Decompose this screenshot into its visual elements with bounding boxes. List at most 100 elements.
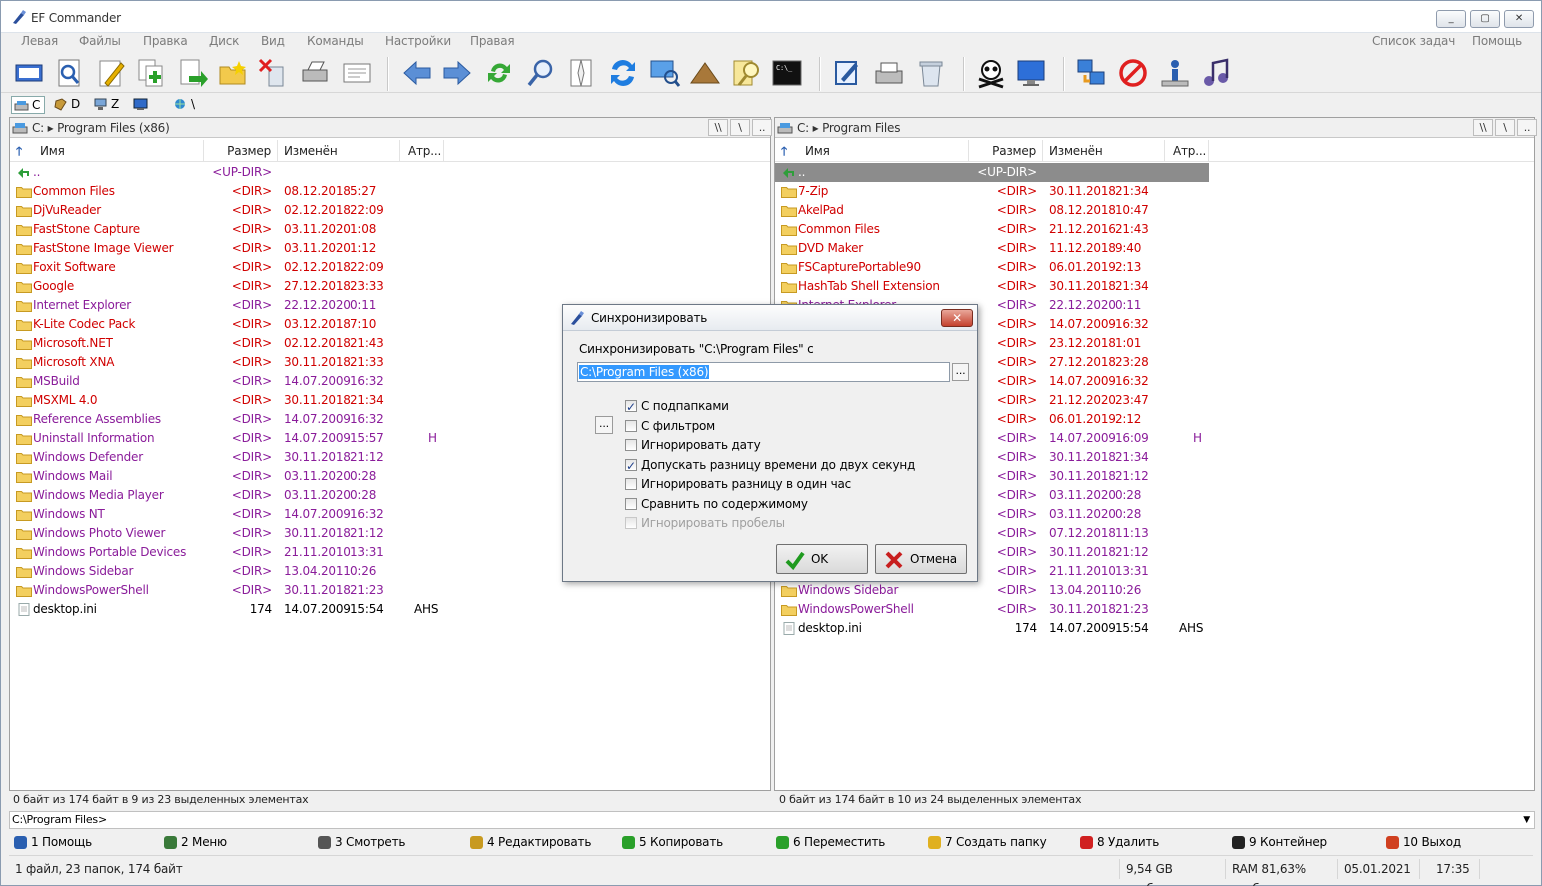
left-file-row[interactable]: Microsoft XNA <DIR> 30.11.2018 21:33: [10, 353, 450, 372]
fkey-3-button[interactable]: 3 Смотреть: [317, 833, 405, 851]
right-file-row[interactable]: desktop.ini 174 14.07.2009 15:54 AHS: [775, 619, 1215, 638]
menu-edit[interactable]: Правка: [143, 34, 188, 48]
arrow-right-icon[interactable]: [441, 57, 473, 89]
left-file-row[interactable]: Windows Defender <DIR> 30.11.2018 21:12: [10, 448, 450, 467]
menu-help[interactable]: Помощь: [1472, 34, 1522, 48]
fkey-1-button[interactable]: 1 Помощь: [13, 833, 92, 851]
left-file-row[interactable]: Foxit Software <DIR> 02.12.2018 22:09: [10, 258, 450, 277]
fkey-10-button[interactable]: 10 Выход: [1385, 833, 1461, 851]
fkey-2-button[interactable]: 2 Меню: [163, 833, 227, 851]
copy-file-icon[interactable]: [135, 57, 167, 89]
left-file-row[interactable]: Reference Assemblies <DIR> 14.07.2009 16:32: [10, 410, 450, 429]
option-checkbox[interactable]: С подпапками: [625, 397, 729, 416]
left-col-size[interactable]: Размер: [204, 140, 278, 162]
fkey-9-button[interactable]: 9 Контейнер: [1231, 833, 1327, 851]
option-checkbox[interactable]: Игнорировать дату: [625, 436, 761, 454]
delete-file-icon[interactable]: [257, 57, 289, 89]
drive-z-button[interactable]: Z: [91, 96, 123, 114]
network-search-icon[interactable]: [649, 57, 681, 89]
properties-icon[interactable]: [341, 57, 373, 89]
right-file-row[interactable]: 7-Zip <DIR> 30.11.2018 21:34: [775, 182, 1215, 201]
left-file-row[interactable]: Google <DIR> 27.12.2018 23:33: [10, 277, 450, 296]
filter-settings-button[interactable]: ...: [595, 416, 613, 434]
pyramid-icon[interactable]: [689, 57, 721, 89]
left-file-row[interactable]: FastStone Capture <DIR> 03.11.2020 1:08: [10, 220, 450, 239]
fkey-4-button[interactable]: 4 Редактировать: [469, 833, 591, 851]
search-icon[interactable]: [525, 57, 557, 89]
right-file-row[interactable]: DVD Maker <DIR> 11.12.2018 9:40: [775, 239, 1215, 258]
option-checkbox[interactable]: Допускать разницу времени до двух секунд: [625, 456, 915, 475]
right-col-size[interactable]: Размер: [969, 140, 1043, 162]
fkey-8-button[interactable]: 8 Удалить: [1079, 833, 1159, 851]
sync-icon[interactable]: [607, 57, 639, 89]
monitor-icon[interactable]: [1015, 57, 1047, 89]
menu-commands[interactable]: Команды: [307, 34, 364, 48]
desktop-button[interactable]: [131, 96, 155, 114]
new-folder-icon[interactable]: [217, 57, 249, 89]
menu-right[interactable]: Правая: [470, 34, 515, 48]
option-checkbox[interactable]: Игнорировать разницу в один час: [625, 475, 851, 493]
right-file-row[interactable]: .. <UP-DIR>: [775, 163, 1209, 182]
right-root-network-button[interactable]: \\: [1473, 119, 1493, 136]
right-file-row[interactable]: AkelPad <DIR> 08.12.2018 10:47: [775, 201, 1215, 220]
arrow-left-icon[interactable]: [401, 57, 433, 89]
compare-icon[interactable]: [565, 57, 597, 89]
command-line-input[interactable]: C:\Program Files> ▼: [9, 811, 1535, 829]
network-disconnect-icon[interactable]: [1117, 57, 1149, 89]
left-file-row[interactable]: Internet Explorer <DIR> 22.12.2020 0:11: [10, 296, 450, 315]
left-file-row[interactable]: WindowsPowerShell <DIR> 30.11.2018 21:23: [10, 581, 450, 600]
menu-files[interactable]: Файлы: [79, 34, 121, 48]
network-connect-icon[interactable]: [1075, 57, 1107, 89]
skull-icon[interactable]: [975, 57, 1007, 89]
right-file-row[interactable]: Common Files <DIR> 21.12.2016 21:43: [775, 220, 1215, 239]
print-icon[interactable]: [299, 57, 331, 89]
left-file-row[interactable]: desktop.ini 174 14.07.2009 15:54 AHS: [10, 600, 450, 619]
network-button[interactable]: \: [171, 96, 199, 114]
left-file-row[interactable]: Windows Photo Viewer <DIR> 30.11.2018 21:12: [10, 524, 450, 543]
menu-task-list[interactable]: Список задач: [1372, 34, 1455, 48]
printer-icon[interactable]: [873, 57, 905, 89]
left-file-row[interactable]: Windows Portable Devices <DIR> 21.11.2010 1…: [10, 543, 450, 562]
browse-button[interactable]: ...: [952, 363, 969, 381]
drive-window-icon[interactable]: [13, 57, 45, 89]
left-file-row[interactable]: .. <UP-DIR>: [10, 163, 450, 182]
recycle-bin-icon[interactable]: [915, 57, 947, 89]
right-file-row[interactable]: Windows Sidebar <DIR> 13.04.2011 0:26: [775, 581, 1215, 600]
left-file-row[interactable]: Windows Media Player <DIR> 03.11.2020 0:28: [10, 486, 450, 505]
left-file-row[interactable]: DjVuReader <DIR> 02.12.2018 22:09: [10, 201, 450, 220]
option-checkbox[interactable]: С фильтром: [625, 417, 715, 435]
edit-attributes-icon[interactable]: [831, 57, 863, 89]
right-up-button[interactable]: ..: [1517, 119, 1537, 136]
right-col-name[interactable]: 🡑 Имя: [775, 140, 969, 162]
left-file-row[interactable]: FastStone Image Viewer <DIR> 03.11.2020 1:1…: [10, 239, 450, 258]
left-file-row[interactable]: Windows Sidebar <DIR> 13.04.2011 0:26: [10, 562, 450, 581]
dialog-close-button[interactable]: ✕: [941, 309, 973, 327]
maximize-button[interactable]: ▢: [1470, 10, 1500, 28]
left-file-row[interactable]: Windows NT <DIR> 14.07.2009 16:32: [10, 505, 450, 524]
minimize-button[interactable]: _: [1436, 10, 1466, 28]
left-file-row[interactable]: Microsoft.NET <DIR> 02.12.2018 21:43: [10, 334, 450, 353]
terminal-icon[interactable]: C:\_: [771, 57, 803, 89]
refresh-icon[interactable]: [483, 57, 515, 89]
ok-button[interactable]: OK: [776, 544, 868, 574]
option-checkbox[interactable]: Сравнить по содержимому: [625, 495, 808, 513]
music-icon[interactable]: [1199, 57, 1231, 89]
right-file-row[interactable]: FSCapturePortable90 <DIR> 06.01.2019 2:13: [775, 258, 1215, 277]
left-file-row[interactable]: MSXML 4.0 <DIR> 30.11.2018 21:34: [10, 391, 450, 410]
left-col-modified[interactable]: Изменён: [278, 140, 400, 162]
cancel-button[interactable]: Отмена: [875, 544, 967, 574]
left-file-row[interactable]: K-Lite Codec Pack <DIR> 03.12.2018 7:10: [10, 315, 450, 334]
drive-d-button[interactable]: D: [51, 96, 84, 114]
find-file-icon[interactable]: [53, 57, 85, 89]
right-col-attr[interactable]: Атр...: [1165, 140, 1209, 162]
right-col-modified[interactable]: Изменён: [1043, 140, 1165, 162]
fkey-5-button[interactable]: 5 Копировать: [621, 833, 723, 851]
fkey-7-button[interactable]: 7 Создать папку: [927, 833, 1047, 851]
drive-c-button[interactable]: C: [11, 96, 46, 114]
chevron-down-icon[interactable]: ▼: [1523, 812, 1530, 828]
left-file-row[interactable]: Common Files <DIR> 08.12.2018 5:27: [10, 182, 450, 201]
move-file-icon[interactable]: [177, 57, 209, 89]
left-file-row[interactable]: Windows Mail <DIR> 03.11.2020 0:28: [10, 467, 450, 486]
left-root-network-button[interactable]: \\: [708, 119, 728, 136]
menu-disk[interactable]: Диск: [209, 34, 239, 48]
